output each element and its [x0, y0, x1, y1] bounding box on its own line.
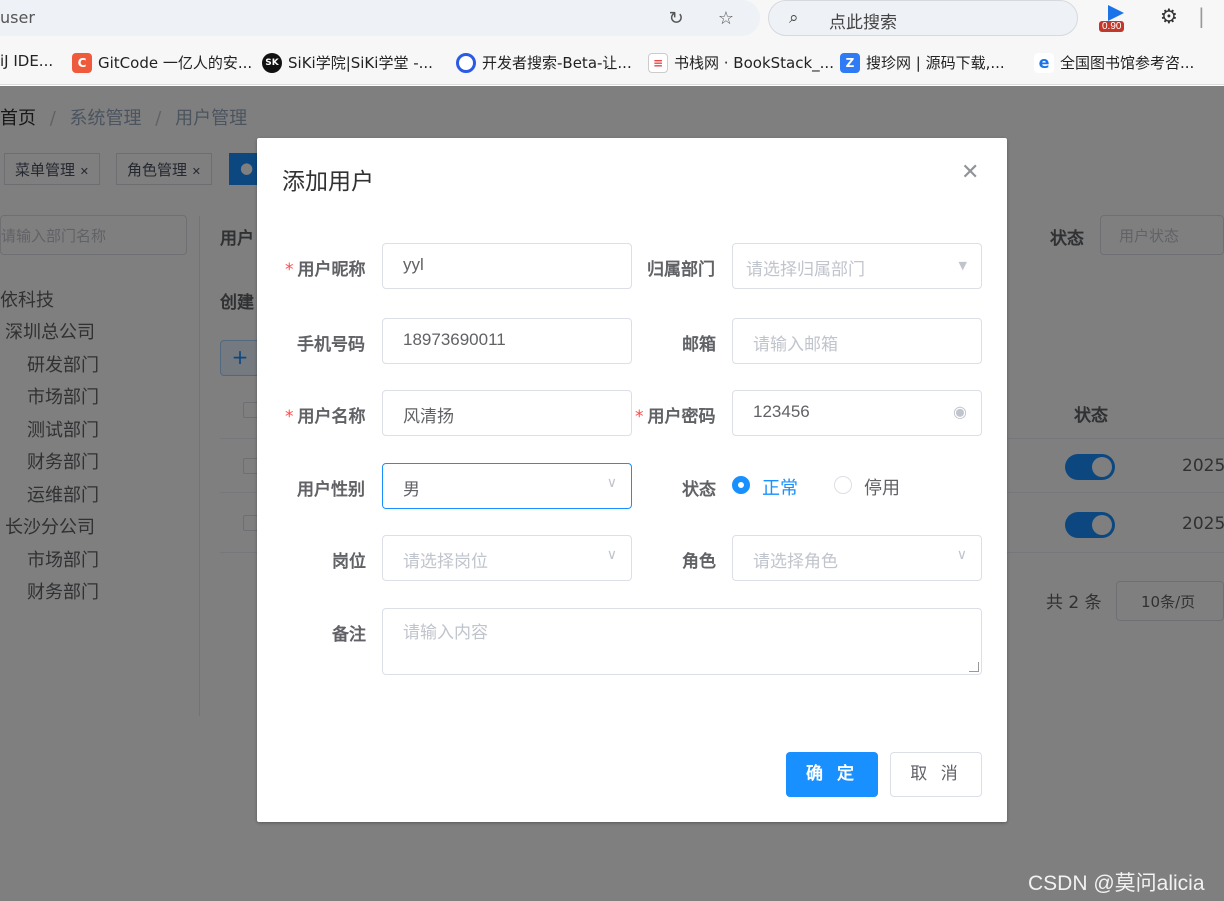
nickname-input[interactable]: yyl: [382, 243, 632, 289]
nickname-label: * 用户昵称: [285, 260, 366, 280]
search-icon: ⌕: [789, 8, 799, 28]
status-label: 状态: [682, 480, 716, 500]
post-select[interactable]: 请选择岗位 ∨: [382, 535, 632, 581]
search-placeholder: 点此搜索: [829, 13, 897, 33]
star-icon[interactable]: ☆: [714, 6, 738, 30]
password-label: * 用户密码: [635, 407, 716, 427]
siki-icon: SK: [262, 52, 282, 73]
dept-select[interactable]: 请选择归属部门 ▼: [732, 243, 982, 289]
browser-toolbar: user ↻ ☆ ⌕ 点此搜索 0.90 ⚙ |: [0, 0, 1224, 40]
add-user-dialog: 添加用户 ✕ * 用户昵称 yyl 归属部门 请选择归属部门 ▼ 手机号码 189…: [257, 138, 1007, 822]
gender-label: 用户性别: [297, 480, 365, 500]
post-label: 岗位: [332, 552, 366, 572]
divider: |: [1198, 4, 1205, 28]
url-text[interactable]: user: [0, 8, 35, 27]
dialog-title: 添加用户: [282, 169, 374, 195]
bookmark-item[interactable]: 开发者搜索-Beta-让...: [456, 52, 632, 73]
dev-search-icon: [456, 52, 476, 73]
gender-select[interactable]: 男 ∨: [382, 463, 632, 509]
email-label: 邮箱: [682, 335, 716, 355]
bookmark-item[interactable]: ≡ 书栈网 · BookStack_...: [648, 52, 834, 73]
chevron-down-icon: ∨: [606, 475, 617, 491]
gitcode-icon: C: [72, 52, 92, 73]
extension-icon[interactable]: ⚙: [1160, 4, 1178, 28]
watermark: CSDN @莫问alicia: [1028, 872, 1205, 895]
flag-icon[interactable]: [1108, 5, 1124, 21]
status-radio-disabled-label[interactable]: 停用: [864, 474, 900, 500]
close-icon[interactable]: ✕: [961, 160, 979, 185]
eye-icon[interactable]: ◉: [953, 402, 967, 422]
remark-textarea[interactable]: 请输入内容: [382, 608, 982, 675]
chevron-down-icon: ∨: [606, 547, 617, 563]
bookmark-item[interactable]: e 全国图书馆参考咨...: [1034, 52, 1194, 73]
role-select[interactable]: 请选择角色 ∨: [732, 535, 982, 581]
bookmark-bar: iJ IDE... C GitCode 一亿人的安... SK SiKi学院|S…: [0, 40, 1224, 85]
address-bar[interactable]: user ↻ ☆: [0, 0, 760, 36]
refresh-icon[interactable]: ↻: [664, 6, 688, 30]
username-label: * 用户名称: [285, 407, 366, 427]
username-input[interactable]: 风清扬: [382, 390, 632, 436]
confirm-button[interactable]: 确 定: [786, 752, 878, 797]
phone-input[interactable]: 18973690011: [382, 318, 632, 364]
bookmark-item[interactable]: Z 搜珍网 | 源码下载,...: [840, 52, 1005, 73]
bookmark-item[interactable]: C GitCode 一亿人的安...: [72, 52, 252, 73]
speed-badge: 0.90: [1099, 21, 1125, 32]
password-input[interactable]: 123456 ◉: [732, 390, 982, 436]
ie-icon: e: [1034, 52, 1054, 73]
role-label: 角色: [682, 552, 716, 572]
status-radio-normal-label[interactable]: 正常: [762, 474, 798, 500]
phone-label: 手机号码: [297, 335, 365, 355]
status-radio-disabled[interactable]: [834, 476, 852, 494]
resize-handle[interactable]: [969, 662, 979, 672]
dept-label: 归属部门: [647, 260, 715, 280]
cancel-button[interactable]: 取 消: [890, 752, 982, 797]
chevron-down-icon: ∨: [956, 547, 967, 563]
souzhen-icon: Z: [840, 52, 860, 73]
bookstack-icon: ≡: [648, 52, 668, 73]
caret-down-icon: ▼: [958, 259, 967, 272]
bookmark-item[interactable]: SK SiKi学院|SiKi学堂 -...: [262, 52, 433, 73]
email-input[interactable]: 请输入邮箱: [732, 318, 982, 364]
bookmark-item[interactable]: iJ IDE...: [0, 52, 53, 70]
browser-search-box[interactable]: ⌕ 点此搜索: [768, 0, 1078, 36]
status-radio-normal[interactable]: [732, 476, 750, 494]
remark-label: 备注: [332, 625, 366, 645]
